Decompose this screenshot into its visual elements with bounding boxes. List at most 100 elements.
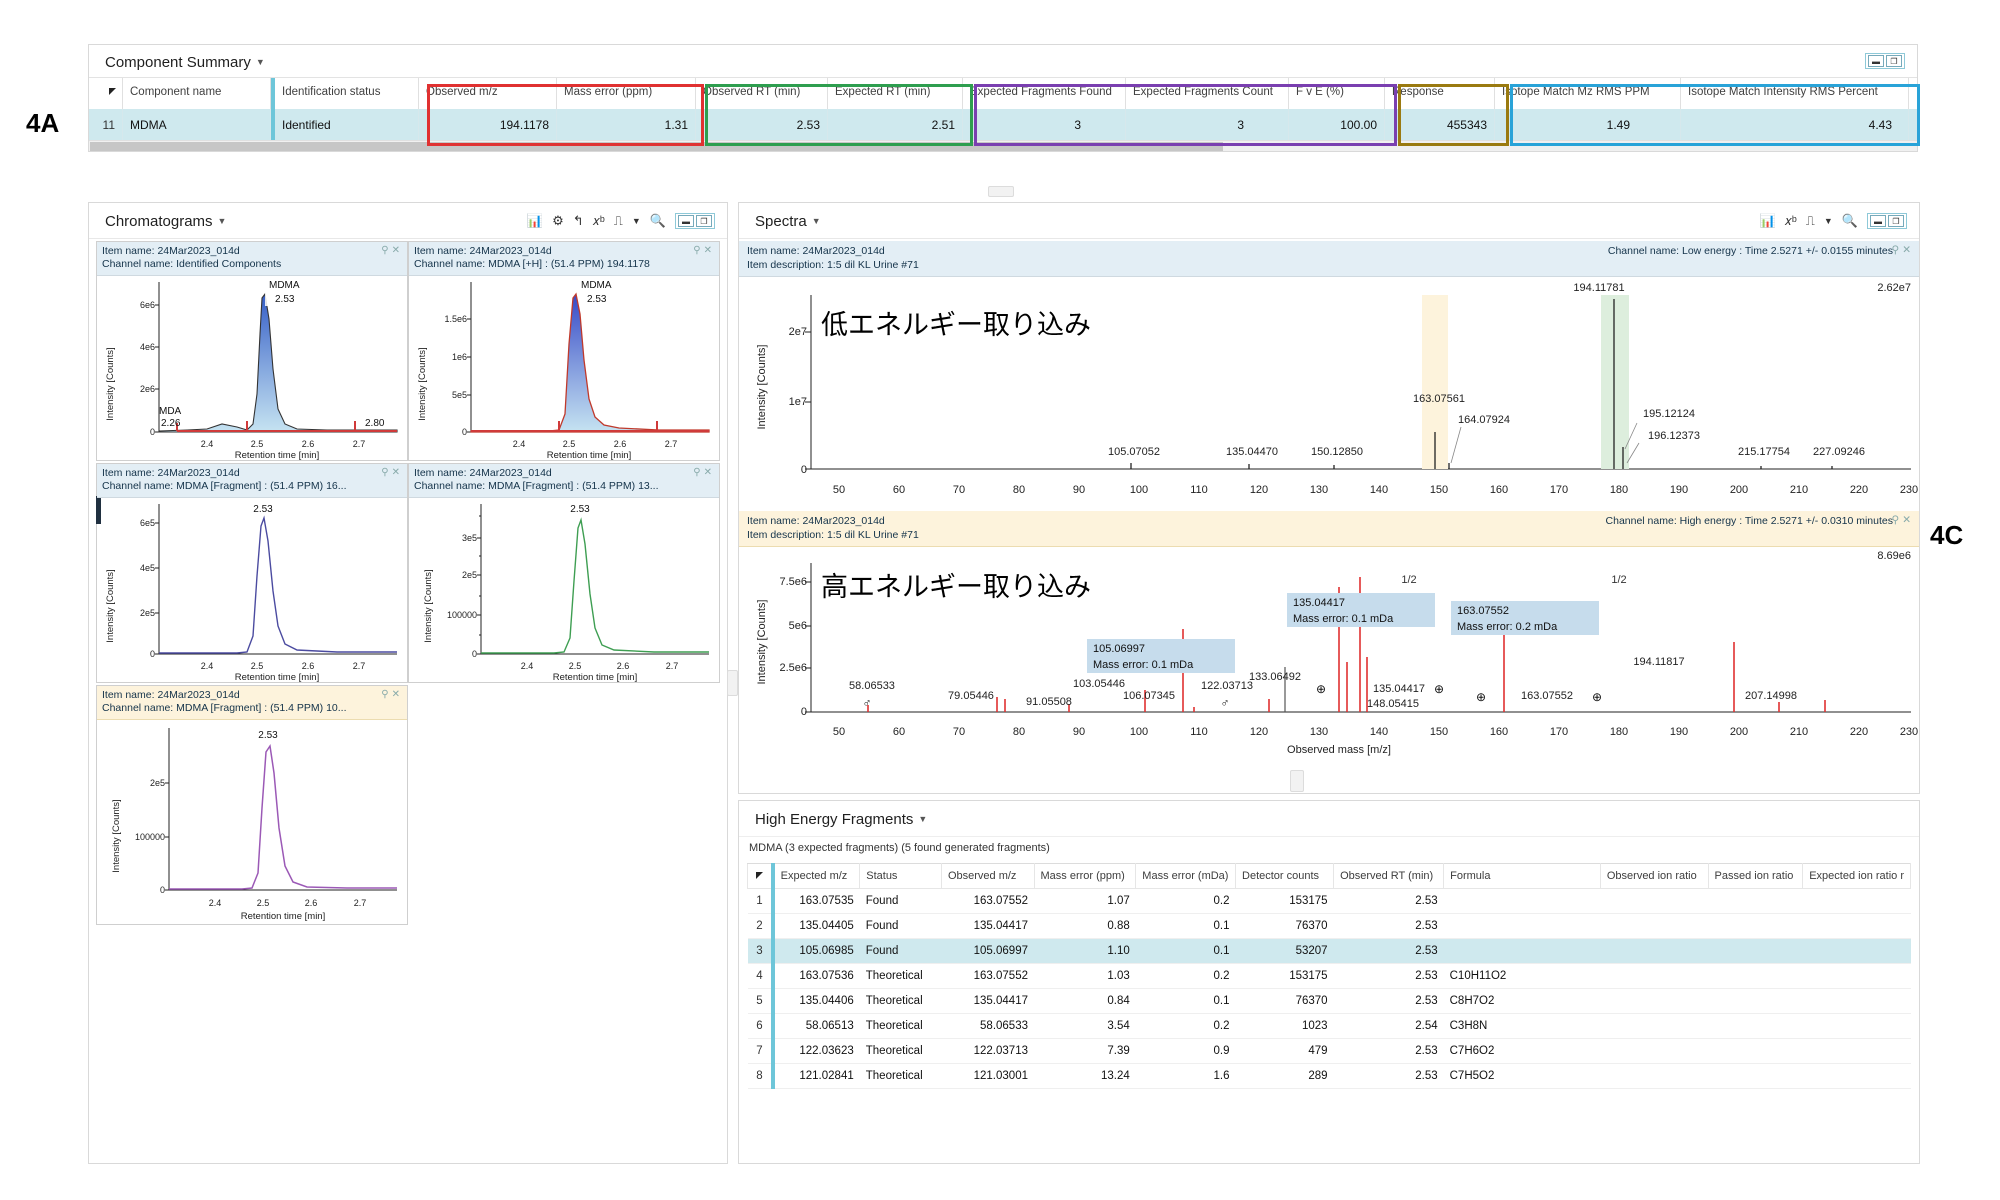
chevron-down-icon[interactable]: ▼ (218, 216, 227, 226)
window-buttons[interactable]: ▬ ❐ (1865, 53, 1905, 69)
cell-formula (1443, 888, 1601, 914)
spectra-title[interactable]: Spectra ▼ 📊 𝑥ᵇ ⎍ ▼ 🔍 ▬ ❐ (739, 203, 1919, 239)
chromatogram-plot-5[interactable]: 2e5 100000 0 2.53 2.4 2.5 2.6 2.7 Retention … (97, 718, 407, 924)
bar-chart-icon[interactable]: 📊 (1759, 213, 1775, 229)
table-row[interactable]: 11 MDMA Identified 194.1178 1.31 2.53 2.… (89, 109, 1917, 143)
high-energy-spectrum-card[interactable]: Item name: 24Mar2023_014d Item descripti… (739, 511, 1919, 793)
cell-status: Found (859, 913, 942, 939)
fragments-col-formula[interactable]: Formula (1443, 863, 1601, 889)
fragments-col-observed-ion-ratio[interactable]: Observed ion ratio (1599, 863, 1709, 889)
vertical-splitter-handle[interactable] (727, 670, 738, 696)
fragments-title[interactable]: High Energy Fragments ▼ (739, 801, 1919, 837)
fragments-col-observed-mz[interactable]: Observed m/z (940, 863, 1035, 889)
chevron-down-icon[interactable]: ▼ (812, 216, 821, 226)
search-icon[interactable]: 🔍 (650, 213, 666, 229)
chromatogram-card-2-channel-name: Channel name: MDMA [+H] : (51.4 PPM) 194… (414, 258, 650, 270)
fragments-col-expected-ion-ratio[interactable]: Expected ion ratio r (1802, 863, 1911, 889)
fragments-col-status[interactable]: Status (859, 863, 942, 889)
summary-col-isotope-intensity-rms[interactable]: Isotope Match Intensity RMS Percent (1681, 78, 1909, 109)
chromatogram-plot-4[interactable]: 3e5 2e5 100000 0 2.53 2.4 2.5 2.6 2.7 Re… (409, 496, 719, 682)
summary-col-expected-fragments-count[interactable]: Expected Fragments Count (1126, 78, 1289, 109)
summary-col-identification-status[interactable]: Identification status (271, 78, 419, 109)
chevron-down-icon[interactable]: ▼ (256, 57, 265, 67)
spectra-fragments-splitter[interactable] (1290, 770, 1304, 792)
fragments-table-wrap[interactable]: Expected m/z Status Observed m/z Mass er… (747, 863, 1911, 1159)
svg-text:2.5: 2.5 (563, 439, 576, 449)
pin-close-icons[interactable]: ⚲✕ (381, 466, 403, 479)
chromatogram-card-5[interactable]: Item name: 24Mar2023_014d Channel name: … (96, 685, 408, 925)
chart-type-icon[interactable]: ⎍ (1806, 213, 1815, 229)
svg-text:50: 50 (833, 484, 845, 496)
annotate-icon[interactable]: 𝑥ᵇ (593, 213, 605, 229)
chromatogram-card-2[interactable]: Item name: 24Mar2023_014d Channel name: … (408, 241, 720, 461)
fragments-col-mass-error-mda[interactable]: Mass error (mDa) (1135, 863, 1237, 889)
fragments-sort-indicator[interactable] (747, 863, 775, 889)
summary-col-isotope-mz-rms[interactable]: Isotope Match Mz RMS PPM (1495, 78, 1681, 109)
svg-text:MDA: MDA (159, 406, 182, 417)
table-row[interactable]: 6 58.06513 Theoretical 58.06533 3.54 0.2… (747, 1013, 1911, 1039)
summary-col-component-name[interactable]: Component name (123, 78, 271, 109)
cell-formula (1443, 913, 1601, 939)
svg-text:MDMA: MDMA (581, 280, 612, 291)
chevron-down-icon[interactable]: ▼ (918, 814, 927, 824)
chromatogram-plot-1[interactable]: 6e6 4e6 2e6 0 MDMA 2.53 MDA 2.26 2.80 2.… (97, 274, 407, 460)
summary-col-fve[interactable]: F v E (%) (1289, 78, 1385, 109)
summary-sort-indicator[interactable] (89, 78, 123, 109)
horizontal-splitter-handle[interactable] (988, 186, 1014, 197)
chromatogram-card-3[interactable]: Item name: 24Mar2023_014d Channel name: … (96, 463, 408, 683)
fragments-table-body: 1 163.07535 Found 163.07552 1.07 0.2 153… (747, 888, 1911, 1089)
chevron-down-icon[interactable]: ▼ (1824, 216, 1833, 226)
fragments-col-detector-counts[interactable]: Detector counts (1235, 863, 1335, 889)
row-index: 7 (747, 1038, 775, 1064)
svg-text:2.4: 2.4 (201, 661, 214, 671)
fragments-col-passed-ion-ratio[interactable]: Passed ion ratio (1707, 863, 1804, 889)
pin-close-icons[interactable]: ⚲✕ (693, 244, 715, 257)
pin-close-icons[interactable]: ⚲✕ (381, 688, 403, 701)
pin-close-icons[interactable]: ⚲✕ (693, 466, 715, 479)
table-row[interactable]: 8 121.02841 Theoretical 121.03001 13.24 … (747, 1063, 1911, 1089)
gear-icon[interactable]: ⚙ (552, 213, 564, 229)
annotate-icon[interactable]: 𝑥ᵇ (1785, 213, 1797, 229)
table-row[interactable]: 5 135.04406 Theoretical 135.04417 0.84 0… (747, 988, 1911, 1014)
svg-text:1/2: 1/2 (1401, 574, 1416, 586)
summary-col-mass-error-ppm[interactable]: Mass error (ppm) (557, 78, 696, 109)
bar-chart-icon[interactable]: 📊 (527, 213, 543, 229)
pin-close-icons[interactable]: ⚲✕ (1892, 513, 1915, 527)
table-row[interactable]: 3 105.06985 Found 105.06997 1.10 0.1 532… (747, 938, 1911, 964)
summary-horizontal-scrollbar[interactable] (89, 140, 1917, 151)
cell-mass-error-ppm: 1.10 (1034, 938, 1136, 964)
cell-observed-ion-ratio (1600, 1013, 1709, 1039)
chromatogram-card-1[interactable]: Item name: 24Mar2023_014d Channel name: … (96, 241, 408, 461)
pin-close-icons[interactable]: ⚲✕ (381, 244, 403, 257)
table-row[interactable]: 1 163.07535 Found 163.07552 1.07 0.2 153… (747, 888, 1911, 914)
fragments-col-mass-error-ppm[interactable]: Mass error (ppm) (1033, 863, 1137, 889)
search-icon[interactable]: 🔍 (1842, 213, 1858, 229)
svg-text:163.07561: 163.07561 (1413, 393, 1465, 405)
chromatogram-plot-3[interactable]: 6e5 4e5 2e5 0 2.53 2.4 2.5 2.6 2.7 Retention… (97, 496, 407, 682)
component-summary-title[interactable]: Component Summary ▼ ▬ ❐ (89, 45, 1917, 77)
table-row[interactable]: 4 163.07536 Theoretical 163.07552 1.03 0… (747, 963, 1911, 989)
summary-col-expected-rt[interactable]: Expected RT (min) (828, 78, 963, 109)
svg-text:Intensity [Counts]: Intensity [Counts] (417, 347, 428, 420)
low-energy-spectrum-card[interactable]: Item name: 24Mar2023_014d Item descripti… (739, 241, 1919, 511)
svg-text:2.7: 2.7 (354, 898, 367, 908)
summary-col-observed-rt[interactable]: Observed RT (min) (696, 78, 828, 109)
summary-col-observed-mz[interactable]: Observed m/z (419, 78, 557, 109)
window-buttons[interactable]: ▬ ❐ (1867, 213, 1907, 229)
chromatograms-title[interactable]: Chromatograms ▼ 📊 ⚙ ↰ 𝑥ᵇ ⎍ ▼ 🔍 ▬ ❐ (89, 203, 727, 239)
chevron-down-icon[interactable]: ▼ (632, 216, 641, 226)
window-buttons[interactable]: ▬ ❐ (675, 213, 715, 229)
table-row[interactable]: 2 135.04405 Found 135.04417 0.88 0.1 763… (747, 913, 1911, 939)
pin-close-icons[interactable]: ⚲✕ (1892, 243, 1915, 257)
summary-col-expected-fragments-found[interactable]: Expected Fragments Found (963, 78, 1126, 109)
chart-type-icon[interactable]: ⎍ (614, 213, 623, 229)
svg-text:140: 140 (1370, 484, 1388, 496)
undo-icon[interactable]: ↰ (573, 213, 584, 229)
summary-col-response[interactable]: Response (1385, 78, 1495, 109)
table-row[interactable]: 7 122.03623 Theoretical 122.03713 7.39 0… (747, 1038, 1911, 1064)
svg-text:190: 190 (1670, 484, 1688, 496)
chromatogram-card-4[interactable]: Item name: 24Mar2023_014d Channel name: … (408, 463, 720, 683)
fragments-col-observed-rt[interactable]: Observed RT (min) (1333, 863, 1445, 889)
fragments-col-expected-mz[interactable]: Expected m/z (772, 863, 861, 889)
chromatogram-plot-2[interactable]: 1.5e6 1e6 5e5 0 MDMA 2.53 2.4 2.5 2.6 2.… (409, 274, 719, 460)
